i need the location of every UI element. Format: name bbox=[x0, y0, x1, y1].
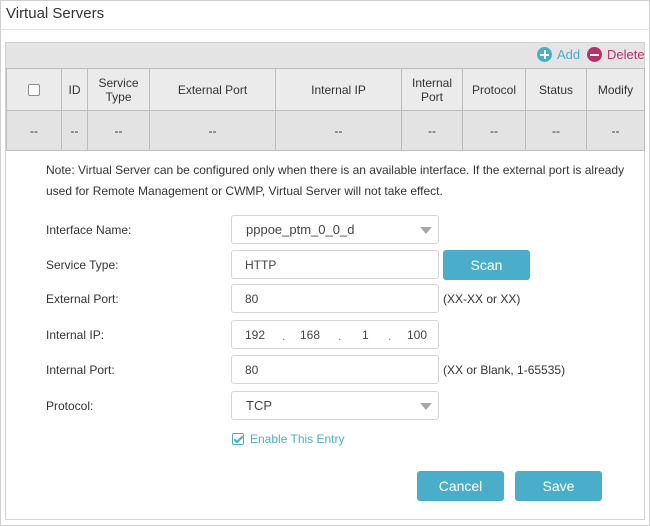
header-id: ID bbox=[61, 68, 88, 111]
ip-dot-1: . bbox=[282, 329, 286, 343]
row-cell-internal-ip: -- bbox=[275, 110, 402, 151]
external-port-hint: (XX-XX or XX) bbox=[443, 292, 521, 306]
service-type-input[interactable]: HTTP bbox=[231, 250, 439, 279]
minus-circle-icon bbox=[587, 47, 602, 62]
ip-octet-2[interactable]: 168 bbox=[300, 328, 320, 342]
scan-button[interactable]: Scan bbox=[443, 250, 530, 280]
protocol-label: Protocol: bbox=[46, 399, 94, 413]
service-type-label: Service Type: bbox=[46, 258, 119, 272]
row-cell-select: -- bbox=[6, 110, 62, 151]
row-cell-protocol: -- bbox=[462, 110, 526, 151]
enable-entry-toggle[interactable]: Enable This Entry bbox=[232, 432, 345, 446]
ip-dot-3: . bbox=[388, 329, 392, 343]
row-cell-status: -- bbox=[525, 110, 587, 151]
internal-ip-label: Internal IP: bbox=[46, 328, 105, 342]
header-service-type: Service Type bbox=[87, 68, 150, 111]
header-protocol: Protocol bbox=[462, 68, 526, 111]
page-title: Virtual Servers bbox=[6, 5, 105, 22]
internal-port-value: 80 bbox=[245, 362, 259, 377]
header-modify: Modify bbox=[586, 68, 645, 111]
delete-label: Delete bbox=[607, 47, 645, 62]
protocol-select[interactable]: TCP bbox=[231, 391, 439, 420]
ip-octet-3[interactable]: 1 bbox=[362, 328, 369, 342]
chevron-down-icon bbox=[420, 227, 432, 234]
ip-dot-2: . bbox=[338, 329, 342, 343]
title-divider bbox=[0, 29, 650, 30]
external-port-input[interactable]: 80 bbox=[231, 284, 439, 313]
ip-octet-1[interactable]: 192 bbox=[245, 328, 265, 342]
chevron-down-icon bbox=[420, 403, 432, 410]
ip-octet-4[interactable]: 100 bbox=[407, 328, 427, 342]
add-label: Add bbox=[557, 47, 581, 62]
header-internal-port: Internal Port bbox=[401, 68, 463, 111]
table-toolbar: Add Delete bbox=[6, 43, 645, 68]
protocol-value: TCP bbox=[246, 398, 272, 413]
select-all-cell bbox=[6, 68, 62, 111]
interface-name-select[interactable]: pppoe_ptm_0_0_d bbox=[231, 215, 439, 244]
save-button[interactable]: Save bbox=[515, 471, 602, 501]
row-cell-id: -- bbox=[61, 110, 88, 151]
cancel-button[interactable]: Cancel bbox=[417, 471, 504, 501]
internal-port-label: Internal Port: bbox=[46, 363, 115, 377]
table-row: -- -- -- -- -- -- -- -- -- bbox=[6, 110, 645, 151]
interface-name-label: Interface Name: bbox=[46, 223, 132, 237]
virtual-servers-panel: Add Delete ID Service Type External Port… bbox=[5, 42, 645, 520]
external-port-label: External Port: bbox=[46, 292, 119, 306]
internal-port-hint: (XX or Blank, 1-65535) bbox=[443, 363, 566, 377]
row-cell-modify: -- bbox=[586, 110, 645, 151]
select-all-checkbox[interactable] bbox=[28, 84, 40, 97]
internal-port-input[interactable]: 80 bbox=[231, 355, 439, 384]
service-type-value: HTTP bbox=[245, 257, 277, 272]
header-status: Status bbox=[525, 68, 587, 111]
external-port-value: 80 bbox=[245, 291, 259, 306]
internal-ip-input[interactable]: 192 . 168 . 1 . 100 bbox=[231, 320, 439, 349]
row-cell-external-port: -- bbox=[149, 110, 276, 151]
note-text: Note: Virtual Server can be configured o… bbox=[46, 163, 625, 198]
row-cell-internal-port: -- bbox=[401, 110, 463, 151]
virtual-servers-table: ID Service Type External Port Internal I… bbox=[6, 68, 645, 151]
header-external-port: External Port bbox=[149, 68, 276, 111]
row-cell-service-type: -- bbox=[87, 110, 150, 151]
delete-button[interactable]: Delete bbox=[587, 45, 645, 64]
add-button[interactable]: Add bbox=[537, 45, 580, 64]
table-header-row: ID Service Type External Port Internal I… bbox=[6, 68, 645, 111]
header-internal-ip: Internal IP bbox=[275, 68, 402, 111]
enable-entry-checkbox[interactable] bbox=[232, 433, 244, 445]
enable-entry-label: Enable This Entry bbox=[250, 432, 345, 446]
plus-circle-icon bbox=[537, 47, 552, 62]
interface-name-value: pppoe_ptm_0_0_d bbox=[246, 222, 355, 237]
